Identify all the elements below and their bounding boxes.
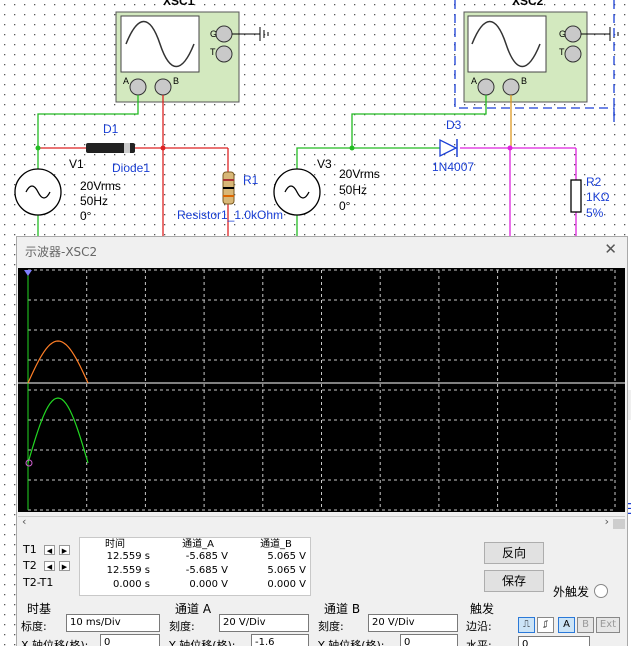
channel-b-ypos-field[interactable]: 0 (400, 634, 458, 646)
scope-grid (18, 269, 625, 511)
v1-frequency: 50Hz (80, 194, 109, 208)
v3-ref: V3 (317, 157, 332, 171)
xsc2-label: XSC2 (512, 0, 544, 8)
r1-ref: R1 (243, 173, 259, 187)
channel-b-ypos-label: Y 轴位移(格): (318, 639, 385, 646)
xsc2-a-label: A (471, 76, 478, 86)
r2-ref: R2 (586, 175, 602, 189)
r2-tolerance: 5% (586, 206, 604, 220)
t2-label: T2 (23, 559, 37, 572)
scroll-right-icon[interactable]: › (605, 515, 609, 528)
readout-diff-chb: 0.000 V (267, 579, 306, 590)
channel-b-trace (27, 397, 89, 464)
d1-name: Diode1 (112, 161, 151, 175)
ext-trigger-label: 外触发 (553, 585, 590, 599)
d1-ref: D1 (103, 122, 119, 136)
timebase-xpos-label: X 轴位移(格): (21, 639, 89, 646)
xsc2-b-label: B (521, 76, 528, 86)
readout-t1-cha: -5.685 V (185, 551, 228, 562)
xsc2-t-label: T (559, 47, 565, 57)
xsc1-a-label: A (123, 76, 130, 86)
channel-a-scale-field[interactable]: 20 V/Div (219, 614, 309, 632)
xsc1-b-label: B (173, 76, 180, 86)
channel-a-scale-label: 刻度: (169, 620, 195, 633)
readout-t2-chb: 5.065 V (267, 565, 306, 576)
scroll-thumb[interactable] (613, 519, 625, 529)
readout-t2-time: 12.559 s (106, 565, 150, 576)
v3-frequency: 50Hz (339, 183, 368, 197)
readout-diff-cha: 0.000 V (189, 579, 228, 590)
d3-ref: D3 (446, 118, 462, 132)
t1-right-arrow-icon[interactable]: ▶ (59, 545, 70, 555)
timebase-xpos-field[interactable]: 0 (100, 634, 160, 646)
trigger-edge-label: 边沿: (466, 620, 492, 633)
diode-d1-icon[interactable] (86, 143, 135, 153)
readout-t1-time: 12.559 s (106, 551, 150, 562)
trigger-section: 触发 (470, 602, 495, 616)
channel-a-ypos-field[interactable]: -1.6 (251, 634, 309, 646)
scroll-left-icon[interactable]: ‹ (22, 515, 26, 528)
v3-phase: 0° (339, 199, 351, 213)
readout-header-chb: 通道_B (260, 539, 292, 550)
channel-a-trace (27, 340, 89, 384)
reverse-button[interactable]: 反向 (484, 542, 544, 564)
xsc1-t-label: T (210, 47, 216, 57)
scope-screen[interactable] (18, 268, 625, 512)
t2-left-arrow-icon[interactable]: ◀ (44, 561, 55, 571)
trigger-level-field[interactable]: 0 (518, 636, 590, 646)
horizontal-scrollbar[interactable]: ‹ › (18, 515, 625, 531)
t2-t1-label: T2-T1 (23, 576, 54, 589)
timebase-section: 时基 (27, 602, 52, 616)
ext-trigger-terminal-icon[interactable] (594, 584, 608, 598)
readout-header-time: 时间 (105, 539, 125, 550)
r2-value: 1KΩ (586, 190, 610, 204)
falling-edge-icon[interactable]: ⎎ (537, 617, 554, 633)
rising-edge-icon[interactable]: ⎍ (518, 617, 535, 633)
v1-ref: V1 (69, 157, 84, 171)
r1-name: Resistor1_1.0kOhm (177, 208, 284, 222)
channel-b-section: 通道 B (324, 602, 361, 616)
trigger-source-ext-button[interactable]: Ext (596, 617, 620, 633)
timebase-scale-field[interactable]: 10 ms/Div (66, 614, 160, 632)
t1-left-arrow-icon[interactable]: ◀ (44, 545, 55, 555)
v1-phase: 0° (80, 209, 92, 223)
cursor-readout-table: 时间 通道_A 通道_B 12.559 s -5.685 V 5.065 V 1… (79, 537, 311, 596)
trigger-source-b-button[interactable]: B (577, 617, 594, 633)
readout-diff-time: 0.000 s (112, 579, 150, 590)
t1-label: T1 (23, 543, 37, 556)
channel-a-section: 通道 A (175, 602, 212, 616)
resistor-r2-icon[interactable] (570, 179, 582, 213)
trigger-source-a-button[interactable]: A (558, 617, 575, 633)
readout-t2-cha: -5.685 V (185, 565, 228, 576)
window-title: 示波器-XSC2 (25, 245, 98, 259)
ac-source-v1-icon[interactable] (14, 168, 62, 216)
save-button[interactable]: 保存 (484, 570, 544, 592)
xsc1-g-label: G (210, 29, 218, 39)
channel-b-scale-label: 刻度: (318, 620, 344, 633)
resistor-r1-icon[interactable] (222, 171, 235, 205)
close-icon[interactable]: ✕ (604, 240, 617, 258)
trigger-level-label: 水平: (466, 639, 492, 646)
oscilloscope-window[interactable]: 示波器-XSC2 ✕ ‹ › T1 T2 T2-T1 ◀ ▶ ◀ ▶ 时间 通道… (16, 236, 628, 646)
t2-right-arrow-icon[interactable]: ▶ (59, 561, 70, 571)
circuit-canvas[interactable]: XSC1 XSC2 G T A B G T A B D1 Diode1 V1 2… (0, 0, 631, 646)
readout-header-cha: 通道_A (182, 539, 214, 550)
v3-amplitude: 20Vrms (339, 167, 380, 181)
timebase-scale-label: 标度: (21, 620, 47, 633)
channel-a-ypos-label: Y 轴位移(格): (169, 639, 236, 646)
cursor-t1-marker[interactable] (24, 270, 32, 276)
readout-t1-chb: 5.065 V (267, 551, 306, 562)
xsc1-label: XSC1 (163, 0, 195, 8)
xsc2-g-label: G (559, 29, 567, 39)
v1-amplitude: 20Vrms (80, 179, 121, 193)
channel-b-scale-field[interactable]: 20 V/Div (368, 614, 458, 632)
d3-name: 1N4007 (432, 160, 475, 174)
